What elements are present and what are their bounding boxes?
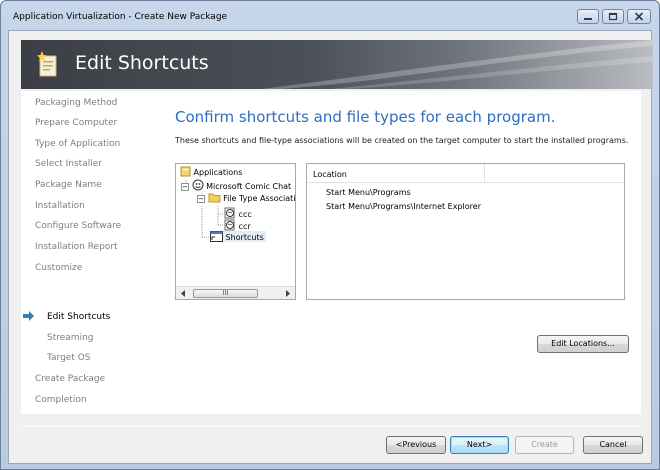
window-title: Application Virtualization - Create New … [13,12,228,22]
tree-node-file-type-associations[interactable]: − File Type Associations [197,192,296,203]
wizard-page-icon [37,51,57,77]
tree-node-label: ccr [238,222,251,231]
shortcut-location-list[interactable]: Location Start Menu\Programs Start Menu\… [306,163,625,300]
nav-step-streaming: Streaming [47,333,94,343]
list-item[interactable]: Start Menu\Programs\Internet Explorer [326,202,481,211]
nav-step-package-name: Package Name [35,180,102,190]
wizard-step-nav: Packaging Method Prepare Computer Type o… [21,91,164,414]
folder-icon [208,193,221,203]
scrollbar-thumb[interactable]: III [193,289,258,298]
tree-node-ccc[interactable]: ccc [224,207,252,219]
create-button[interactable]: Create [515,436,574,454]
maximize-icon [608,12,618,21]
title-bar[interactable]: Application Virtualization - Create New … [1,1,659,31]
scroll-right-button[interactable] [281,288,294,299]
wizard-window: Application Virtualization - Create New … [0,0,660,470]
nav-step-configure-software: Configure Software [35,221,122,231]
nav-step-target-os: Target OS [47,353,91,363]
tree-node-label: Microsoft Comic Chat [206,182,292,191]
nav-step-prepare-computer: Prepare Computer [35,118,118,128]
tree-horizontal-scrollbar[interactable]: III [176,286,295,299]
nav-step-installation-report: Installation Report [35,242,118,252]
file-type-icon [224,207,235,219]
nav-step-completion: Completion [35,395,87,405]
scroll-left-arrow-icon [181,290,185,297]
applications-folder-icon [180,166,191,177]
cancel-button[interactable]: Cancel [583,436,643,454]
shortcut-icon [210,231,223,242]
page-title: Edit Shortcuts [75,52,209,74]
previous-button[interactable]: <Previous [386,436,446,454]
tree-node-label: Applications [193,168,243,177]
application-icon [192,179,204,191]
tree-node-label: Shortcuts [225,233,264,242]
next-button[interactable]: Next> [450,436,509,454]
tree-node-shortcuts[interactable]: Shortcuts [210,231,266,242]
scroll-right-arrow-icon [286,290,290,297]
tree-node-label: ccc [238,210,252,219]
nav-step-packaging-method: Packaging Method [35,98,118,108]
maximize-button[interactable] [602,9,624,24]
nav-step-customize: Customize [35,263,83,273]
minimize-button[interactable] [577,9,599,24]
close-button[interactable] [627,9,651,24]
minimize-icon [584,17,592,20]
page-heading: Confirm shortcuts and file types for eac… [175,108,556,126]
application-tree[interactable]: Applications − Microsoft Comic Chat − Fi… [175,163,296,300]
tree-expander-toggle[interactable]: − [197,195,205,203]
nav-step-select-installer: Select Installer [35,159,102,169]
edit-locations-button[interactable]: Edit Locations... [537,335,629,353]
wizard-client-area: Edit Shortcuts Packaging Method Prepare … [8,30,653,464]
tree-node-ccr[interactable]: ccr [224,219,251,231]
page-description: These shortcuts and file-type associatio… [175,136,629,145]
arrow-right-icon [23,311,34,321]
caption-buttons [577,9,651,24]
close-icon [634,12,644,21]
nav-step-create-package: Create Package [35,374,106,384]
nav-step-edit-shortcuts: Edit Shortcuts [47,312,111,322]
file-type-icon [224,219,235,231]
tree-expander-toggle[interactable]: − [181,183,189,191]
tree-node-microsoft-comic-chat[interactable]: − Microsoft Comic Chat [181,179,291,191]
list-header: Location [307,164,624,183]
tree-node-label: File Type Associations [223,194,296,203]
column-separator[interactable] [484,164,485,183]
scroll-left-button[interactable] [177,288,190,299]
list-item[interactable]: Start Menu\Programs [326,188,411,197]
column-header-location[interactable]: Location [313,170,347,179]
tree-node-applications[interactable]: Applications [180,166,242,177]
nav-step-installation: Installation [35,201,85,211]
main-panel: Confirm shortcuts and file types for eac… [164,91,641,414]
page-banner: Edit Shortcuts [21,40,653,89]
nav-step-type-of-application: Type of Application [35,139,121,149]
footer-divider [21,426,641,427]
